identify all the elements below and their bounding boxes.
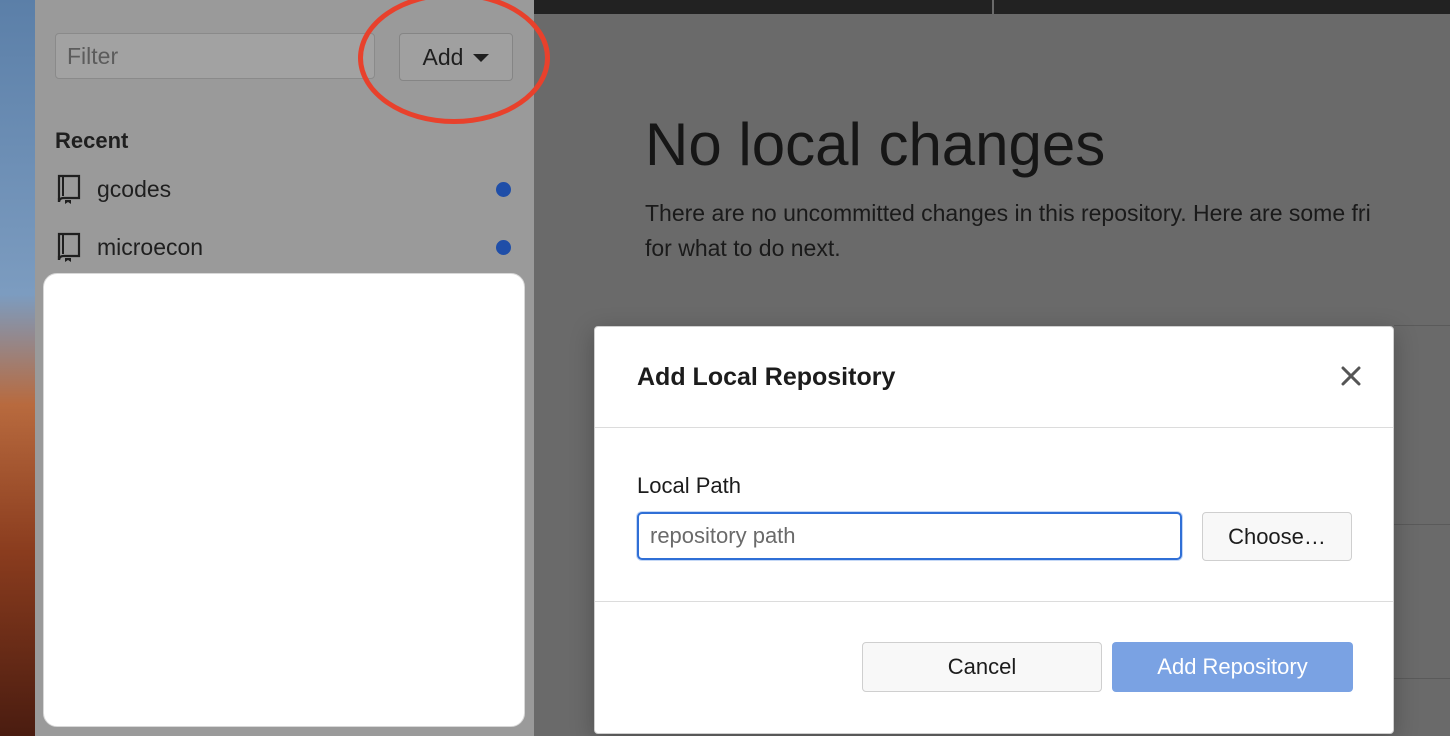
background-card-border [1394, 524, 1450, 525]
dialog-title: Add Local Repository [637, 363, 896, 391]
background-card-border [1394, 325, 1450, 326]
add-button-label: Add [422, 43, 464, 70]
local-path-label: Local Path [637, 473, 741, 498]
repo-icon [57, 174, 81, 204]
cancel-button[interactable]: Cancel [862, 642, 1102, 692]
repo-name: gcodes [97, 175, 172, 202]
changes-indicator-dot [496, 239, 511, 255]
local-path-input[interactable] [637, 512, 1182, 560]
redacted-panel [43, 273, 525, 727]
background-card-border [1394, 678, 1450, 679]
page-title: No local changes [645, 111, 1106, 178]
section-header-recent: Recent [55, 128, 129, 153]
desktop-wallpaper [0, 0, 35, 736]
toolbar-divider [992, 0, 994, 14]
close-icon [1341, 366, 1361, 386]
repo-icon [57, 232, 81, 262]
repository-sidebar: Add Recent gcodes microecon [35, 0, 534, 736]
caret-down-icon [473, 54, 490, 62]
dialog-body: Local Path Choose… [595, 428, 1393, 602]
close-button[interactable] [1335, 360, 1367, 392]
list-item-repo[interactable]: gcodes [55, 169, 513, 209]
dialog-header: Add Local Repository [595, 327, 1393, 428]
changes-indicator-dot [496, 181, 511, 197]
filter-input[interactable] [55, 33, 375, 79]
add-local-repository-dialog: Add Local Repository Local Path Choose… … [594, 326, 1394, 734]
list-item-repo[interactable]: microecon [55, 227, 513, 267]
choose-button[interactable]: Choose… [1202, 512, 1352, 561]
add-button[interactable]: Add [399, 33, 513, 81]
add-repository-button[interactable]: Add Repository [1112, 642, 1353, 692]
description-line-1: There are no uncommitted changes in this… [645, 200, 1371, 226]
page-description: There are no uncommitted changes in this… [645, 196, 1450, 266]
repo-name: microecon [97, 233, 204, 260]
description-line-2: for what to do next. [645, 235, 841, 261]
